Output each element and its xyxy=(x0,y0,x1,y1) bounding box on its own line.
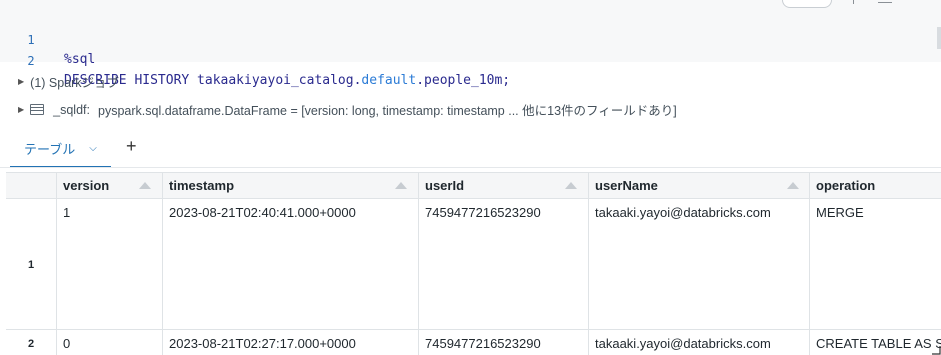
resize-grip-icon[interactable] xyxy=(931,345,941,355)
top-toolbar-chevron-icon[interactable] xyxy=(843,0,854,4)
table-cell[interactable]: takaaki.yayoi@databricks.com xyxy=(588,330,809,355)
table-cell[interactable]: 7459477216523290 xyxy=(418,199,588,329)
dataframe-type: pyspark.sql.dataframe.DataFrame = [versi… xyxy=(98,104,677,118)
add-tab-button[interactable]: + xyxy=(126,136,137,157)
column-header-label: operation xyxy=(816,178,876,193)
tab-table[interactable]: テーブル ⌵ xyxy=(10,130,111,168)
column-header-label: userName xyxy=(595,178,658,193)
column-header-label: userId xyxy=(425,178,465,193)
line-number: 2 xyxy=(27,54,35,68)
row-number: 2 xyxy=(28,338,35,350)
table-row[interactable]: 2 0 2023-08-21T02:27:17.000+0000 7459477… xyxy=(6,330,941,355)
table-cell[interactable]: MERGE xyxy=(809,199,941,329)
table-icon xyxy=(30,104,45,115)
column-header-version[interactable]: version xyxy=(56,173,162,198)
column-header-timestamp[interactable]: timestamp xyxy=(162,173,418,198)
table-cell[interactable]: CREATE TABLE AS SE xyxy=(809,330,941,355)
tabs-divider xyxy=(0,167,941,168)
table-cell[interactable]: 0 xyxy=(56,330,162,355)
code-editor[interactable]: 1 %sql 2 DESCRIBE HISTORY takaakiyayoi_c… xyxy=(0,0,941,88)
spark-jobs-toggle[interactable]: ▶ (1) Sparkジョブ xyxy=(18,72,119,91)
result-table: version timestamp userId userName operat… xyxy=(6,172,941,355)
sort-ascending-icon[interactable] xyxy=(787,182,799,189)
code-line-2: 2 DESCRIBE HISTORY takaakiyayoi_catalog.… xyxy=(0,31,510,88)
row-number: 1 xyxy=(28,259,35,271)
table-cell[interactable]: 2023-08-21T02:27:17.000+0000 xyxy=(162,330,418,355)
sort-ascending-icon[interactable] xyxy=(565,182,577,189)
table-cell[interactable]: 7459477216523290 xyxy=(418,330,588,355)
column-header-label: timestamp xyxy=(169,178,235,193)
result-tabs: テーブル ⌵ + xyxy=(0,130,941,168)
code-text[interactable]: %sql xyxy=(64,50,95,70)
sort-ascending-icon[interactable] xyxy=(139,182,151,189)
table-row[interactable]: 1 1 2023-08-21T02:40:41.000+0000 7459477… xyxy=(6,199,941,330)
top-toolbar-minimize-icon[interactable] xyxy=(878,0,892,3)
top-toolbar-button[interactable] xyxy=(782,0,832,8)
editor-scrollbar[interactable] xyxy=(937,27,941,49)
caret-right-icon: ▶ xyxy=(18,77,25,86)
code-line-1: 1 %sql xyxy=(0,10,95,67)
dataframe-schema-toggle[interactable]: ▶ _sqldf: pyspark.sql.dataframe.DataFram… xyxy=(18,100,677,119)
sort-ascending-icon[interactable] xyxy=(395,182,407,189)
table-header: version timestamp userId userName operat… xyxy=(6,172,941,199)
column-header-operation[interactable]: operation xyxy=(809,173,941,198)
dataframe-name: _sqldf: xyxy=(53,102,90,117)
tab-table-label: テーブル xyxy=(24,141,76,157)
table-cell[interactable]: 2023-08-21T02:40:41.000+0000 xyxy=(162,199,418,329)
caret-right-icon: ▶ xyxy=(18,105,25,114)
code-keyword: default xyxy=(361,73,417,88)
column-header-username[interactable]: userName xyxy=(588,173,809,198)
code-segment: .people_10m; xyxy=(416,73,511,88)
table-cell[interactable]: 1 xyxy=(56,199,162,329)
code-text[interactable]: DESCRIBE HISTORY takaakiyayoi_catalog.de… xyxy=(64,71,510,91)
spark-jobs-label: (1) Sparkジョブ xyxy=(30,76,120,90)
table-cell[interactable]: takaaki.yayoi@databricks.com xyxy=(588,199,809,329)
column-header-userid[interactable]: userId xyxy=(418,173,588,198)
chevron-down-icon[interactable]: ⌵ xyxy=(89,143,97,154)
